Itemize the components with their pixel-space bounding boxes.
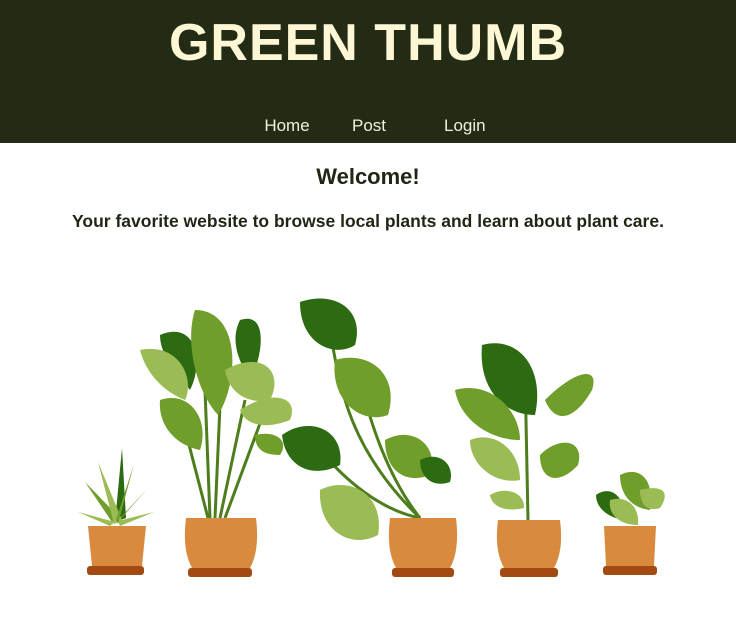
welcome-heading: Welcome! xyxy=(316,164,420,189)
nav-home-link[interactable]: Home xyxy=(252,116,322,136)
pot xyxy=(184,518,258,568)
tagline: Your favorite website to browse local pl… xyxy=(72,211,664,231)
nav-post-link[interactable]: Post xyxy=(352,116,386,136)
pot xyxy=(88,526,146,566)
main-nav: Home Post Login xyxy=(0,116,736,136)
pot xyxy=(496,520,562,568)
site-header: GREEN THUMB Home Post Login xyxy=(0,0,736,143)
pot xyxy=(388,518,458,568)
succulent-plant-left xyxy=(78,448,154,575)
fiddle-leaf-plant xyxy=(455,343,594,577)
small-plant-right xyxy=(596,471,665,575)
leafy-plant-tall xyxy=(140,310,292,577)
monstera-plant xyxy=(282,298,458,577)
site-title: GREEN THUMB xyxy=(168,14,568,72)
pot xyxy=(604,526,656,566)
nav-login-link[interactable]: Login xyxy=(444,116,486,136)
potted-plants-illustration xyxy=(78,298,665,577)
